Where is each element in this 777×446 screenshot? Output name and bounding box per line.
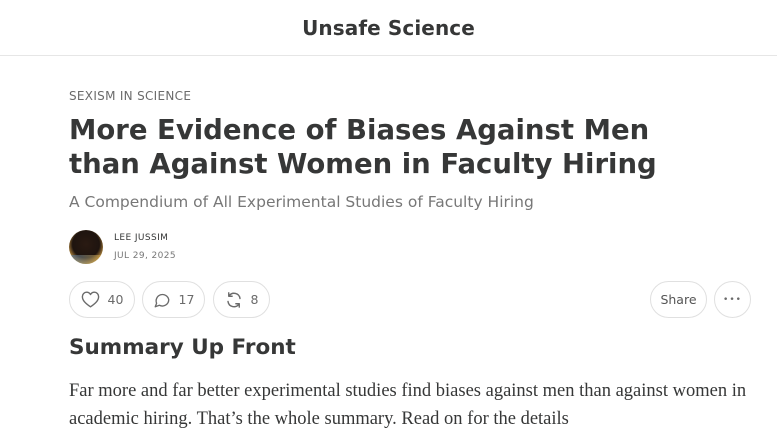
comment-button[interactable]: 17 <box>142 281 205 318</box>
share-label: Share <box>660 292 697 307</box>
comment-icon <box>153 291 171 309</box>
heart-icon <box>81 291 100 308</box>
like-button[interactable]: 40 <box>69 281 135 318</box>
post-subtitle: A Compendium of All Experimental Studies… <box>69 193 534 211</box>
post-title: More Evidence of Biases Against Men than… <box>69 114 657 180</box>
more-icon: ••• <box>723 294 742 305</box>
comment-count: 17 <box>178 292 195 307</box>
content-heading: Summary Up Front <box>69 335 296 360</box>
content-paragraph: Far more and far better experimental stu… <box>69 381 747 429</box>
publication-title[interactable]: Unsafe Science <box>302 16 475 40</box>
restack-button[interactable]: 8 <box>213 281 270 318</box>
like-count: 40 <box>107 292 124 307</box>
author-avatar[interactable] <box>69 230 103 264</box>
more-options-button[interactable]: ••• <box>714 281 751 318</box>
author-name[interactable]: LEE JUSSIM <box>114 233 168 243</box>
top-bar: Unsafe Science <box>0 0 777 56</box>
post-date: JUL 29, 2025 <box>114 251 176 261</box>
share-button[interactable]: Share <box>650 281 707 318</box>
restack-count: 8 <box>250 292 259 307</box>
section-label[interactable]: SEXISM IN SCIENCE <box>69 89 191 103</box>
restack-icon <box>225 291 243 309</box>
